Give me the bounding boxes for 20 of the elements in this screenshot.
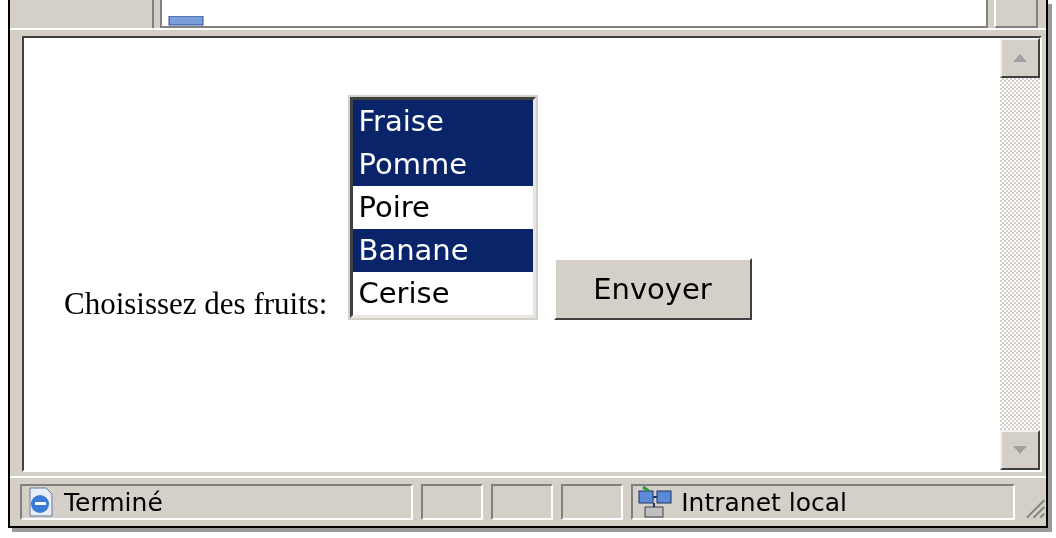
submit-button[interactable]: Envoyer (553, 258, 752, 320)
down-arrow-icon (1013, 446, 1027, 454)
list-option[interactable]: Pomme (352, 143, 533, 186)
status-panel (491, 484, 554, 520)
network-icon (637, 485, 674, 519)
status-panel (421, 484, 484, 520)
list-option[interactable]: Fraise (352, 100, 533, 143)
field-label: Choisissez des fruits: (64, 286, 328, 322)
zone-text: Intranet local (681, 487, 848, 517)
list-option[interactable]: Banane (352, 229, 533, 272)
scroll-down-button[interactable] (1000, 430, 1040, 470)
dropdown-button[interactable] (994, 0, 1038, 28)
status-text: Terminé (64, 487, 163, 517)
fruit-listbox[interactable]: Fraise Pomme Poire Banane Cerise (349, 97, 536, 318)
page-icon (168, 16, 204, 26)
status-panel (561, 484, 624, 520)
scroll-up-button[interactable] (1000, 38, 1040, 78)
address-field[interactable] (160, 0, 988, 28)
scrollbar[interactable] (1000, 38, 1040, 470)
up-arrow-icon (1013, 54, 1027, 62)
